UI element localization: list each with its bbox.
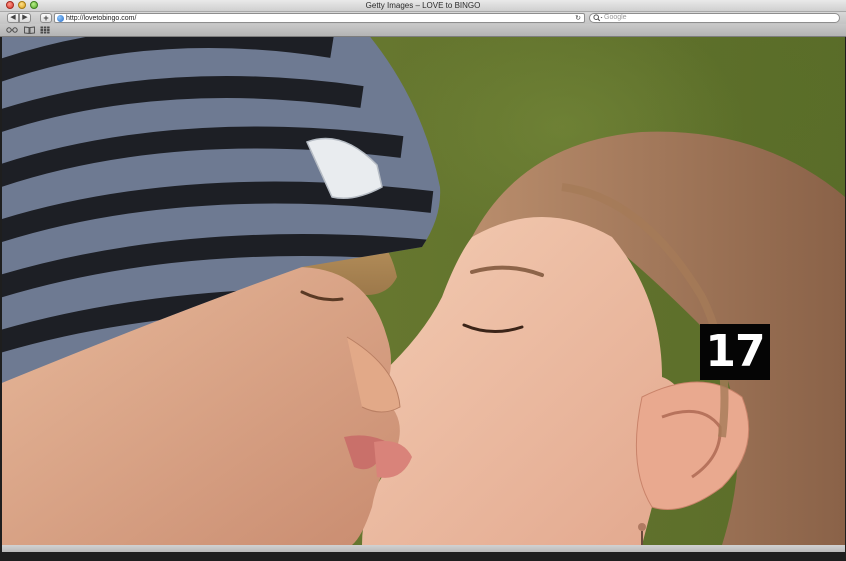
add-bookmark-icon: + bbox=[43, 13, 49, 23]
browser-window: Getty Images – LOVE to BINGO ◀ ▶ + http:… bbox=[0, 0, 846, 561]
window-title: Getty Images – LOVE to BINGO bbox=[365, 1, 481, 10]
address-bar[interactable]: http://lovetobingo.com/ ↻ bbox=[54, 13, 585, 23]
reload-icon[interactable]: ↻ bbox=[575, 14, 581, 23]
reading-list-glyph bbox=[6, 27, 18, 33]
search-bar[interactable] bbox=[589, 13, 840, 23]
woman-ear bbox=[635, 381, 750, 510]
search-input[interactable] bbox=[604, 14, 824, 22]
add-bookmark-button[interactable]: + bbox=[40, 13, 52, 23]
number-badge: 17 bbox=[700, 324, 770, 380]
reading-list-icon[interactable] bbox=[6, 26, 18, 34]
back-arrow-icon: ◀ bbox=[10, 14, 16, 21]
address-text[interactable]: http://lovetobingo.com/ bbox=[66, 14, 136, 23]
kissing-couple-photo bbox=[2, 37, 845, 545]
bookmarks-bar bbox=[0, 24, 846, 37]
bookmarks-book-icon[interactable] bbox=[24, 26, 35, 35]
forward-arrow-icon: ▶ bbox=[22, 14, 28, 21]
search-icon-glyph bbox=[593, 14, 603, 22]
top-sites-grid-icon[interactable] bbox=[40, 26, 50, 34]
toolbar: ◀ ▶ + http://lovetobingo.com/ ↻ bbox=[0, 12, 846, 24]
back-button[interactable]: ◀ bbox=[7, 13, 19, 23]
web-page-content: 17 bbox=[2, 37, 845, 545]
forward-button[interactable]: ▶ bbox=[19, 13, 31, 23]
status-bar bbox=[2, 545, 845, 552]
title-bar: Getty Images – LOVE to BINGO bbox=[0, 0, 846, 12]
bookmarks-book-glyph bbox=[24, 26, 35, 35]
top-sites-grid-glyph bbox=[40, 26, 50, 34]
globe-icon bbox=[57, 15, 64, 22]
